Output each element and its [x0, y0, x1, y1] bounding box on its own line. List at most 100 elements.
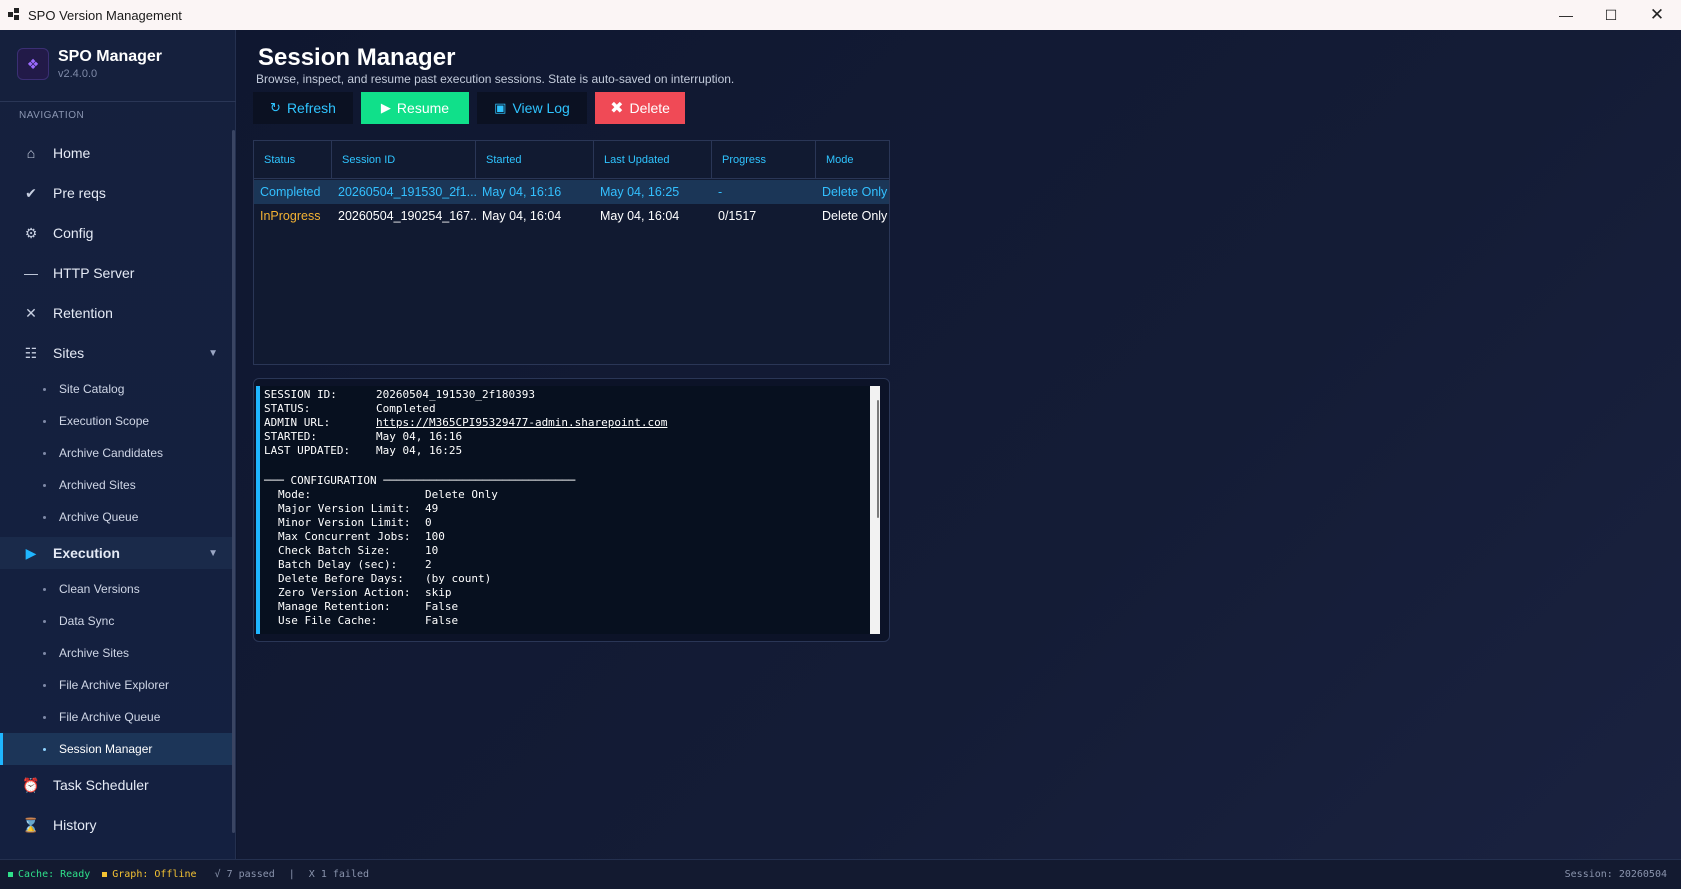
refresh-button[interactable]: ↻ Refresh — [253, 92, 353, 124]
passed-count: √ 7 passed — [214, 869, 275, 880]
chevron-down-icon: ▼ — [208, 347, 218, 359]
sidebar-item-prereqs[interactable]: ✔ Pre reqs — [0, 177, 232, 209]
hourglass-icon: ⌛ — [22, 816, 40, 833]
sidebar-subitem-data-sync[interactable]: Data Sync — [0, 605, 232, 637]
mode-cell: Delete Only — [822, 209, 888, 223]
chevron-down-icon: ▼ — [208, 547, 218, 559]
sidebar-item-label: Config — [53, 225, 94, 241]
sidebar-item-task-scheduler[interactable]: ⏰ Task Scheduler — [0, 769, 232, 801]
table-header: Status Session ID Started Last Updated P… — [254, 141, 889, 179]
config-line: Check Batch Size: 10 — [278, 544, 439, 557]
delete-button[interactable]: ✖ Delete — [595, 92, 685, 124]
session-detail-panel: SESSION ID: 20260504_191530_2f180393 STAT… — [253, 378, 890, 642]
list-icon: ☷ — [24, 344, 38, 361]
status-bar: Cache: Ready Graph: Offline √ 7 passed |… — [0, 859, 1681, 889]
brand-name: SPO Manager — [58, 48, 163, 65]
dash-icon: — — [24, 265, 38, 281]
log-icon: ▣ — [494, 100, 507, 115]
sidebar-subitem-clean-versions[interactable]: Clean Versions — [0, 573, 232, 605]
progress-cell: - — [718, 185, 723, 199]
sessions-table: Status Session ID Started Last Updated P… — [253, 140, 890, 365]
detail-line: STATUS: Completed — [264, 402, 436, 415]
started-cell: May 04, 16:04 — [482, 209, 562, 223]
detail-line: SESSION ID: 20260504_191530_2f180393 — [264, 388, 535, 401]
app-icon — [8, 8, 22, 22]
detail-line: STARTED: May 04, 16:16 — [264, 430, 463, 443]
close-window-icon[interactable]: ✕ — [1634, 0, 1680, 30]
session-detail-text[interactable]: SESSION ID: 20260504_191530_2f180393 STAT… — [260, 386, 880, 634]
play-icon: ▶ — [380, 100, 391, 115]
graph-status: Graph: Offline — [102, 869, 197, 880]
sidebar-item-label: HTTP Server — [53, 265, 135, 281]
last-updated-cell: May 04, 16:04 — [600, 209, 680, 223]
brand-version: v2.4.0.0 — [58, 68, 98, 80]
sidebar-item-label: Pre reqs — [53, 185, 106, 201]
detail-scrollbar[interactable] — [870, 386, 880, 634]
play-icon: ▶ — [25, 544, 37, 561]
config-line: Manage Retention: False — [278, 600, 459, 613]
main-content: Session Manager Browse, inspect, and res… — [237, 30, 1681, 859]
progress-cell: 0/1517 — [718, 209, 757, 223]
sidebar-item-execution[interactable]: ▶ Execution ▼ — [0, 537, 232, 569]
column-header-last-updated[interactable]: Last Updated — [594, 141, 712, 179]
sidebar-item-label: Retention — [53, 305, 113, 321]
divider — [0, 101, 236, 102]
sidebar-subitem-archive-queue[interactable]: Archive Queue — [0, 501, 232, 533]
minimize-icon[interactable]: — — [1543, 0, 1589, 30]
alarm-icon: ⏰ — [22, 776, 40, 793]
gear-icon: ⚙ — [24, 224, 38, 241]
column-header-progress[interactable]: Progress — [712, 141, 816, 179]
column-header-mode[interactable]: Mode — [816, 141, 889, 179]
window-title: SPO Version Management — [28, 7, 182, 23]
sidebar-subitem-session-manager[interactable]: Session Manager — [0, 733, 232, 765]
session-id-cell: 20260504_191530_2f1... — [338, 185, 476, 199]
table-row[interactable]: InProgress 20260504_190254_167... May 04… — [254, 204, 889, 228]
admin-url-link[interactable]: https://M365CPI95329477-admin.sharepoint… — [376, 416, 667, 429]
detail-line: LAST UPDATED: May 04, 16:25 — [264, 444, 463, 457]
close-icon: ✖ — [610, 100, 624, 117]
sidebar-item-http-server[interactable]: — HTTP Server — [0, 257, 232, 289]
brand: ❖ SPO Manager v2.4.0.0 — [17, 48, 162, 80]
sidebar-item-config[interactable]: ⚙ Config — [0, 217, 232, 249]
sidebar-item-sites[interactable]: ☷ Sites ▼ — [0, 337, 232, 369]
session-status: Session: 20260504 — [1564, 869, 1667, 880]
sidebar-subitem-file-archive-queue[interactable]: File Archive Queue — [0, 701, 232, 733]
config-line: Delete Before Days: (by count) — [278, 572, 492, 585]
config-heading: ─── CONFIGURATION ──────────────────────… — [264, 474, 576, 487]
session-id-cell: 20260504_190254_167... — [338, 209, 476, 223]
nav-heading: NAVIGATION — [19, 110, 85, 121]
sidebar: ❖ SPO Manager v2.4.0.0 NAVIGATION ⌂ Home… — [0, 30, 236, 859]
mode-cell: Delete Only — [822, 185, 888, 199]
column-header-started[interactable]: Started — [476, 141, 594, 179]
maximize-icon[interactable]: ☐ — [1588, 0, 1634, 30]
view-log-button[interactable]: ▣ View Log — [477, 92, 587, 124]
sidebar-subitem-execution-scope[interactable]: Execution Scope — [0, 405, 232, 437]
resume-button[interactable]: ▶ Resume — [361, 92, 469, 124]
config-line: Minor Version Limit: 0 — [278, 516, 432, 529]
column-header-session-id[interactable]: Session ID — [332, 141, 476, 179]
table-row[interactable]: Completed 20260504_191530_2f1... May 04,… — [254, 180, 889, 204]
config-line: Batch Delay (sec): 2 — [278, 558, 432, 571]
page-subtitle: Browse, inspect, and resume past executi… — [256, 72, 735, 86]
sidebar-item-home[interactable]: ⌂ Home — [0, 137, 232, 169]
check-icon: ✔ — [25, 184, 37, 201]
sidebar-subitem-file-archive-explorer[interactable]: File Archive Explorer — [0, 669, 232, 701]
sidebar-subitem-archive-sites[interactable]: Archive Sites — [0, 637, 232, 669]
config-line: Major Version Limit: 49 — [278, 502, 439, 515]
sidebar-subitem-archived-sites[interactable]: Archived Sites — [0, 469, 232, 501]
toolbar: ↻ Refresh ▶ Resume ▣ View Log ✖ Delete — [253, 92, 693, 124]
sidebar-item-retention[interactable]: ✕ Retention — [0, 297, 232, 329]
config-line: Max Concurrent Jobs: 100 — [278, 530, 445, 543]
config-line: Use File Cache: False — [278, 614, 459, 627]
sidebar-subitem-archive-candidates[interactable]: Archive Candidates — [0, 437, 232, 469]
sidebar-scrollbar[interactable] — [232, 130, 235, 833]
config-line: Mode: Delete Only — [278, 488, 498, 501]
status-cell: Completed — [260, 185, 321, 199]
sidebar-item-history[interactable]: ⌛ History — [0, 809, 232, 841]
sidebar-subitem-site-catalog[interactable]: Site Catalog — [0, 373, 232, 405]
window-titlebar: SPO Version Management — ☐ ✕ — [0, 0, 1681, 30]
column-header-status[interactable]: Status — [254, 141, 332, 179]
last-updated-cell: May 04, 16:25 — [600, 185, 680, 199]
detail-line: ADMIN URL: https://M365CPI95329477-admin.… — [264, 416, 668, 429]
page-title: Session Manager — [258, 44, 456, 71]
